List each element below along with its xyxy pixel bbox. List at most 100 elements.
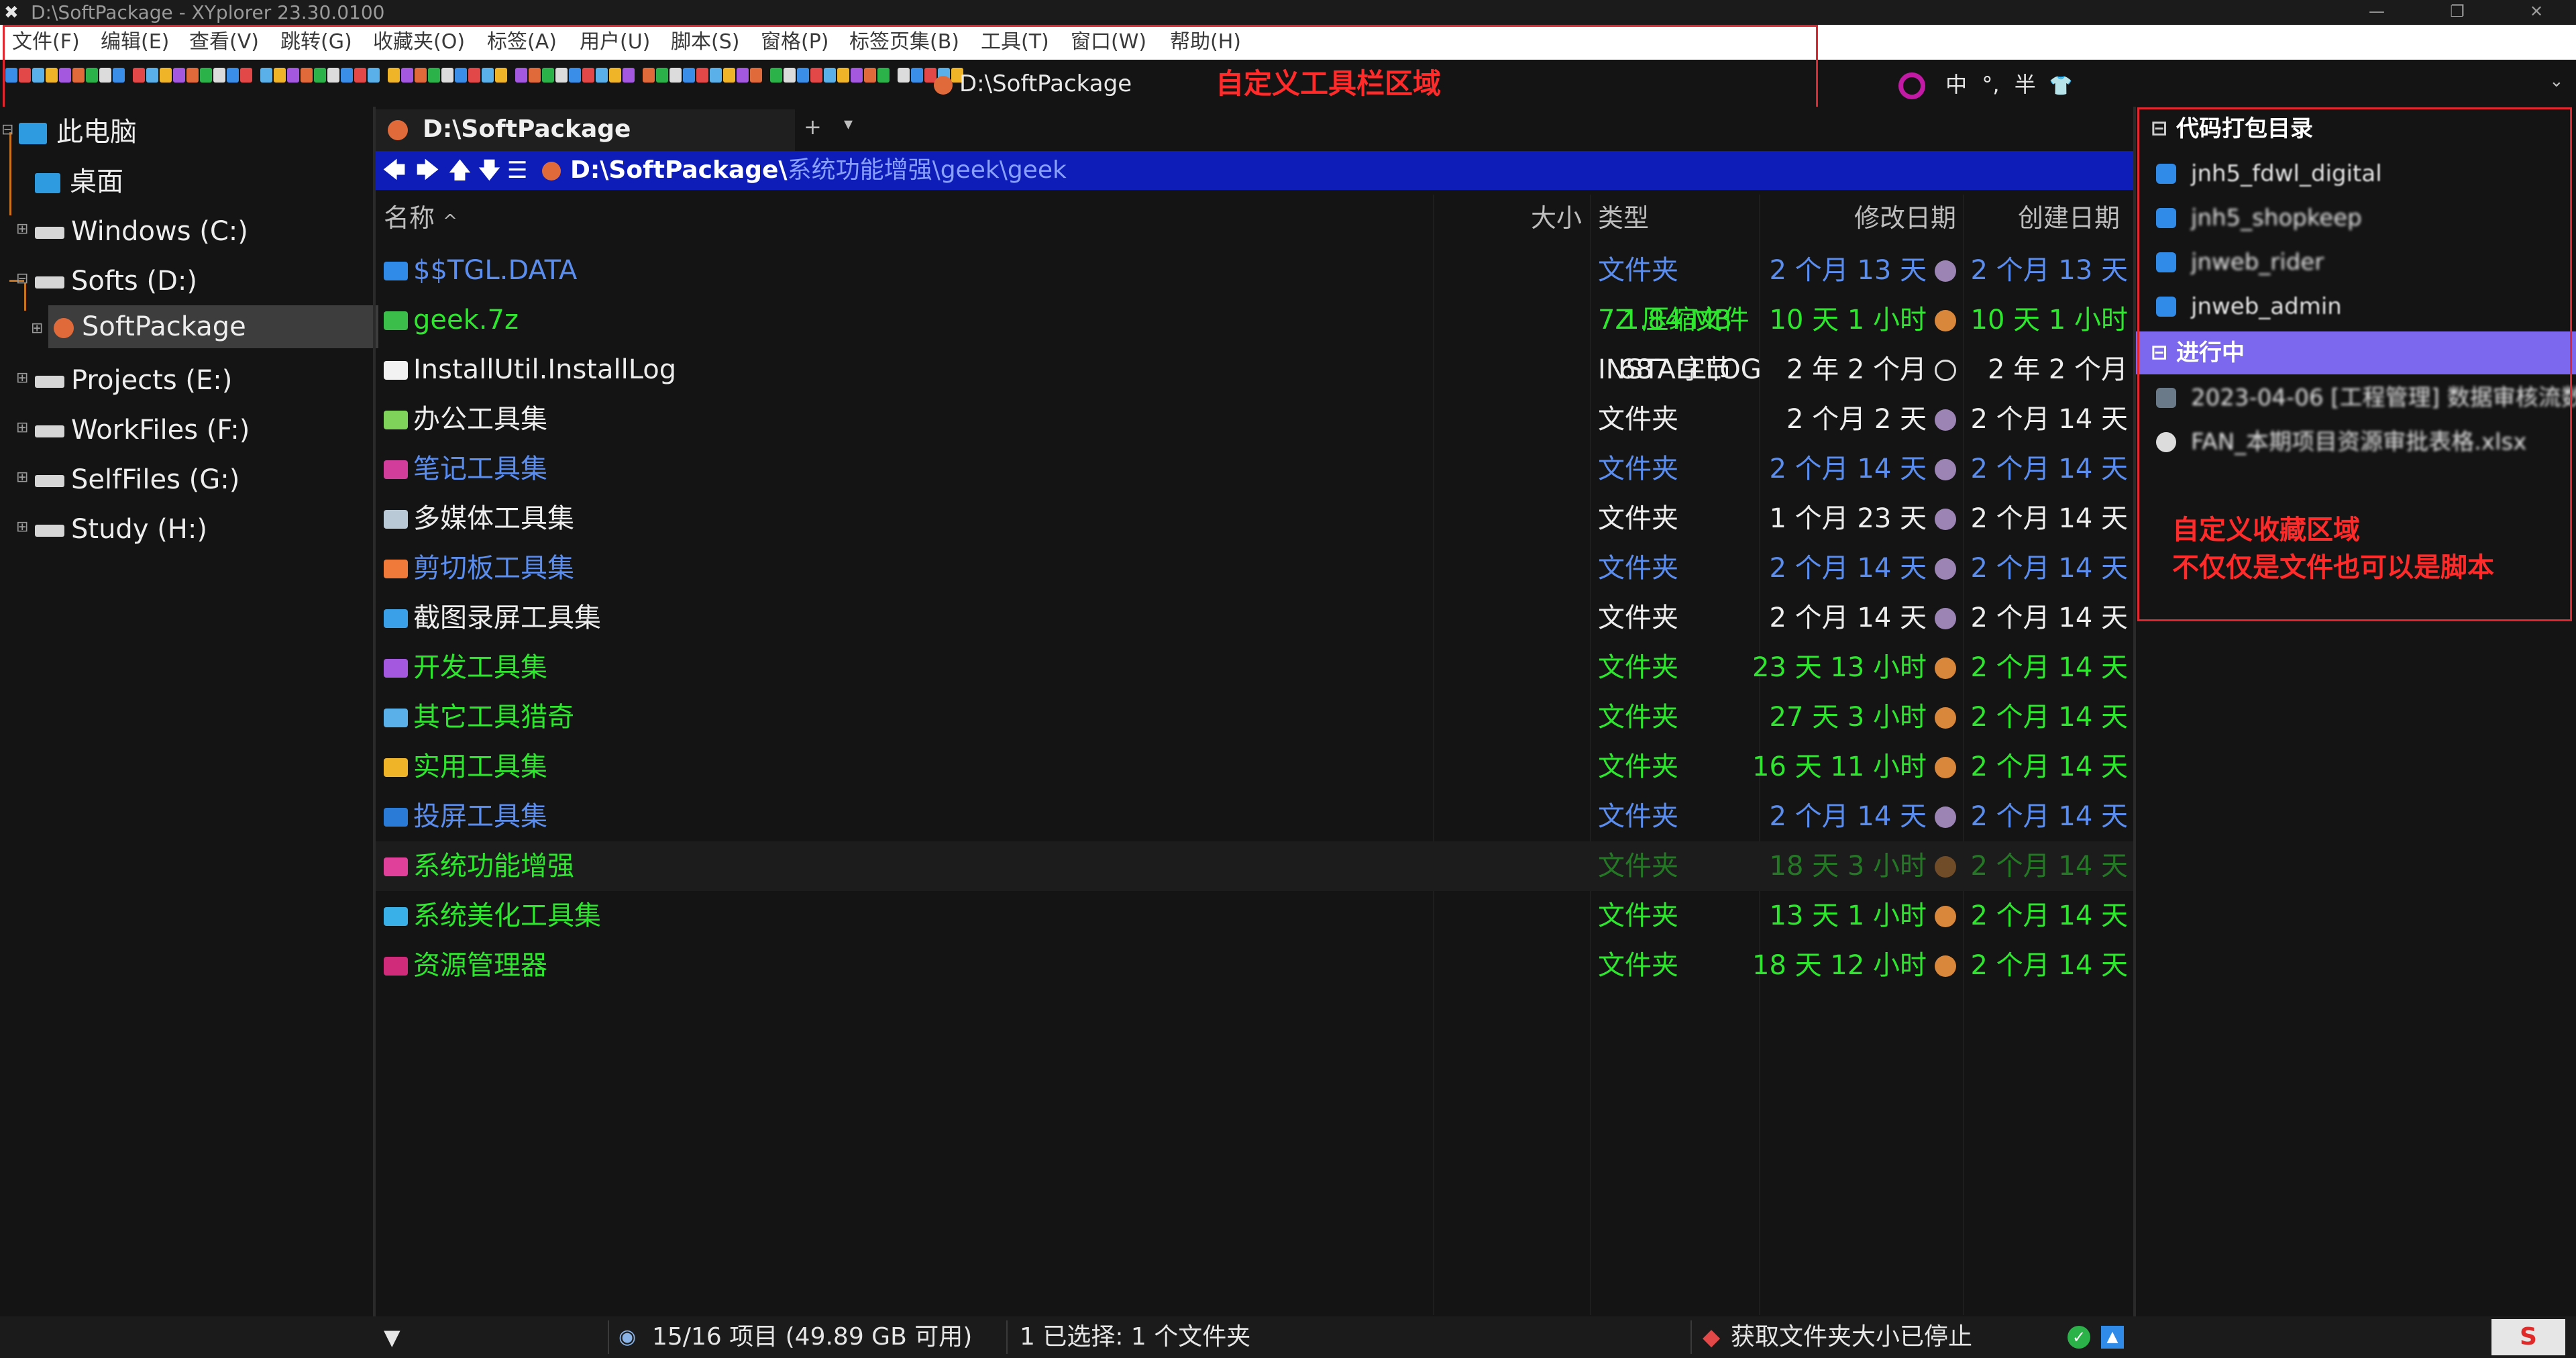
file-row[interactable]: 系统功能增强 文件夹 18 天 3 小时 2 个月 14 天 <box>376 841 2135 891</box>
file-modified: 18 天 12 小时 <box>1752 950 1927 981</box>
file-type: 文件夹 <box>1598 801 1678 832</box>
tab-dropdown-button[interactable]: ▾ <box>844 114 853 134</box>
column-created[interactable]: 创建日期 <box>2018 195 2120 242</box>
check-icon[interactable]: ✓ <box>2068 1326 2090 1349</box>
file-row[interactable]: 资源管理器 文件夹 18 天 12 小时 2 个月 14 天 <box>376 941 2135 990</box>
file-row[interactable]: 笔记工具集 文件夹 2 个月 14 天 2 个月 14 天 <box>376 444 2135 494</box>
tree-item-label: 此电脑 <box>56 117 137 148</box>
file-row[interactable]: 实用工具集 文件夹 16 天 11 小时 2 个月 14 天 <box>376 742 2135 792</box>
drive-icon <box>35 276 64 289</box>
file-row[interactable]: 其它工具猎奇 文件夹 27 天 3 小时 2 个月 14 天 <box>376 692 2135 742</box>
column-size[interactable]: 大小 <box>1531 195 1582 242</box>
file-modified: 2 个月 14 天 <box>1769 454 1927 484</box>
file-created: 2 个月 14 天 <box>1970 553 2129 584</box>
file-row[interactable]: InstallUtil.InstallLog 687 字节 INSTALLLOG 2 … <box>376 345 2135 395</box>
age-indicator-icon <box>1935 558 1956 580</box>
tree-item-drive-g[interactable]: SelfFiles (G:) <box>35 458 239 501</box>
new-tab-button[interactable]: + <box>804 114 822 140</box>
file-row[interactable]: 剪切板工具集 文件夹 2 个月 14 天 2 个月 14 天 <box>376 543 2135 593</box>
file-name: InstallUtil.InstallLog <box>413 354 677 385</box>
age-indicator-icon <box>1935 757 1956 778</box>
back-icon[interactable]: 🡄 <box>382 154 406 187</box>
folder-icon <box>388 120 408 140</box>
file-row[interactable]: 办公工具集 文件夹 2 个月 2 天 2 个月 14 天 <box>376 395 2135 444</box>
ime-lang[interactable]: 中 <box>1945 72 1967 97</box>
expand-icon[interactable]: ⊞ <box>16 221 28 238</box>
expand-icon[interactable]: ⊞ <box>16 419 28 436</box>
file-icon <box>384 709 408 727</box>
restore-icon[interactable]: ❐ <box>2435 0 2479 25</box>
tree-item-drive-f[interactable]: WorkFiles (F:) <box>35 409 250 452</box>
tree-item-desktop[interactable]: 桌面 <box>35 160 123 203</box>
column-header: 名称 ^ 大小 类型 修改日期 创建日期 <box>376 195 2135 242</box>
file-type: 文件夹 <box>1598 950 1678 981</box>
tree-item-drive-c[interactable]: Windows (C:) <box>35 210 248 253</box>
tree-item-this-pc[interactable]: 此电脑 <box>19 111 137 154</box>
ime-width[interactable]: 半 <box>2015 72 2036 97</box>
column-name[interactable]: 名称 ^ <box>384 195 458 245</box>
filter-icon[interactable]: ▼ <box>384 1316 400 1358</box>
tree-item-drive-h[interactable]: Study (H:) <box>35 508 207 551</box>
tree-item-drive-d[interactable]: Softs (D:) <box>35 260 197 303</box>
file-type: 文件夹 <box>1598 553 1678 584</box>
file-name: 资源管理器 <box>413 950 547 981</box>
down-icon[interactable]: 🡇 <box>478 154 501 187</box>
chevron-up-icon[interactable]: ▲ <box>2101 1326 2124 1349</box>
tab-softpackage[interactable]: D:\SoftPackage <box>376 109 795 151</box>
address-rest[interactable]: 系统功能增强\geek\geek <box>788 156 1067 184</box>
file-icon <box>384 659 408 678</box>
file-row[interactable]: geek.7z 1.84 MB 7Z 压缩文件 10 天 1 小时 10 天 1 小时 <box>376 295 2135 345</box>
file-icon <box>384 262 408 280</box>
file-row[interactable]: 截图录屏工具集 文件夹 2 个月 14 天 2 个月 14 天 <box>376 593 2135 643</box>
tree-item-label: Study (H:) <box>71 514 207 545</box>
file-type: 7Z 压缩文件 <box>1598 305 1750 335</box>
address-bar[interactable]: 🡄 🡆 🡅 🡇 ☰ D:\SoftPackage\系统功能增强\geek\gee… <box>376 151 2135 190</box>
file-name: geek.7z <box>413 305 519 335</box>
file-row[interactable]: $$TGL.DATA 文件夹 2 个月 13 天 2 个月 13 天 <box>376 246 2135 295</box>
tree-item-label: 桌面 <box>70 166 123 197</box>
file-name: $$TGL.DATA <box>413 255 578 286</box>
up-icon[interactable]: 🡅 <box>448 154 472 187</box>
ime-bar: 中 °, 半 👕 <box>1898 64 2100 105</box>
file-type: 文件夹 <box>1598 900 1678 931</box>
file-row[interactable]: 多媒体工具集 文件夹 1 个月 23 天 2 个月 14 天 <box>376 494 2135 543</box>
tree-item-softpackage[interactable]: SoftPackage <box>48 305 378 348</box>
forward-icon[interactable]: 🡆 <box>416 154 439 187</box>
tree-item-label: Projects (E:) <box>71 365 233 396</box>
toolbar-chevron-down-icon[interactable]: ⌄ <box>2549 71 2564 91</box>
minimize-icon[interactable]: — <box>2355 0 2399 25</box>
status-divider <box>1006 1320 1008 1354</box>
collapse-icon[interactable]: ⊟ <box>1 121 13 138</box>
menu-icon[interactable]: ☰ <box>507 154 527 187</box>
expand-icon[interactable]: ⊞ <box>16 370 28 386</box>
file-name: 系统美化工具集 <box>413 900 601 931</box>
column-type[interactable]: 类型 <box>1598 195 1649 242</box>
annotation-catalog-line1: 自定义收藏区域 <box>2172 515 2360 545</box>
file-icon <box>384 758 408 777</box>
ime-logo-icon[interactable] <box>1898 72 1925 99</box>
file-row[interactable]: 开发工具集 文件夹 23 天 13 小时 2 个月 14 天 <box>376 643 2135 692</box>
file-row[interactable]: 投屏工具集 文件夹 2 个月 14 天 2 个月 14 天 <box>376 792 2135 841</box>
file-modified: 23 天 13 小时 <box>1752 652 1927 683</box>
annotation-toolbar-label: 自定义工具栏区域 <box>1216 67 1442 100</box>
tree-item-label: WorkFiles (F:) <box>71 415 250 446</box>
close-icon[interactable]: ✕ <box>2514 0 2559 25</box>
file-name: 多媒体工具集 <box>413 503 574 534</box>
file-type: 文件夹 <box>1598 702 1678 733</box>
ime-tray-icon[interactable]: S <box>2491 1319 2565 1355</box>
expand-icon[interactable]: ⊞ <box>16 469 28 486</box>
ime-punct[interactable]: °, <box>1982 72 1999 97</box>
file-row[interactable]: 系统美化工具集 文件夹 13 天 1 小时 2 个月 14 天 <box>376 891 2135 941</box>
file-type: INSTALLLOG <box>1598 354 1762 385</box>
file-created: 2 个月 14 天 <box>1970 851 2129 882</box>
address-root[interactable]: D:\SoftPackage\ <box>570 156 788 184</box>
expand-icon[interactable]: ⊞ <box>31 320 43 337</box>
file-modified: 2 个月 14 天 <box>1769 553 1927 584</box>
expand-icon[interactable]: ⊞ <box>16 519 28 535</box>
tree-item-drive-e[interactable]: Projects (E:) <box>35 359 232 402</box>
file-modified: 18 天 3 小时 <box>1769 851 1927 882</box>
column-modified[interactable]: 修改日期 <box>1854 195 1956 242</box>
file-type: 文件夹 <box>1598 603 1678 633</box>
ime-skin-icon[interactable]: 👕 <box>2049 74 2073 97</box>
collapse-icon[interactable]: ⊟ <box>16 270 28 287</box>
